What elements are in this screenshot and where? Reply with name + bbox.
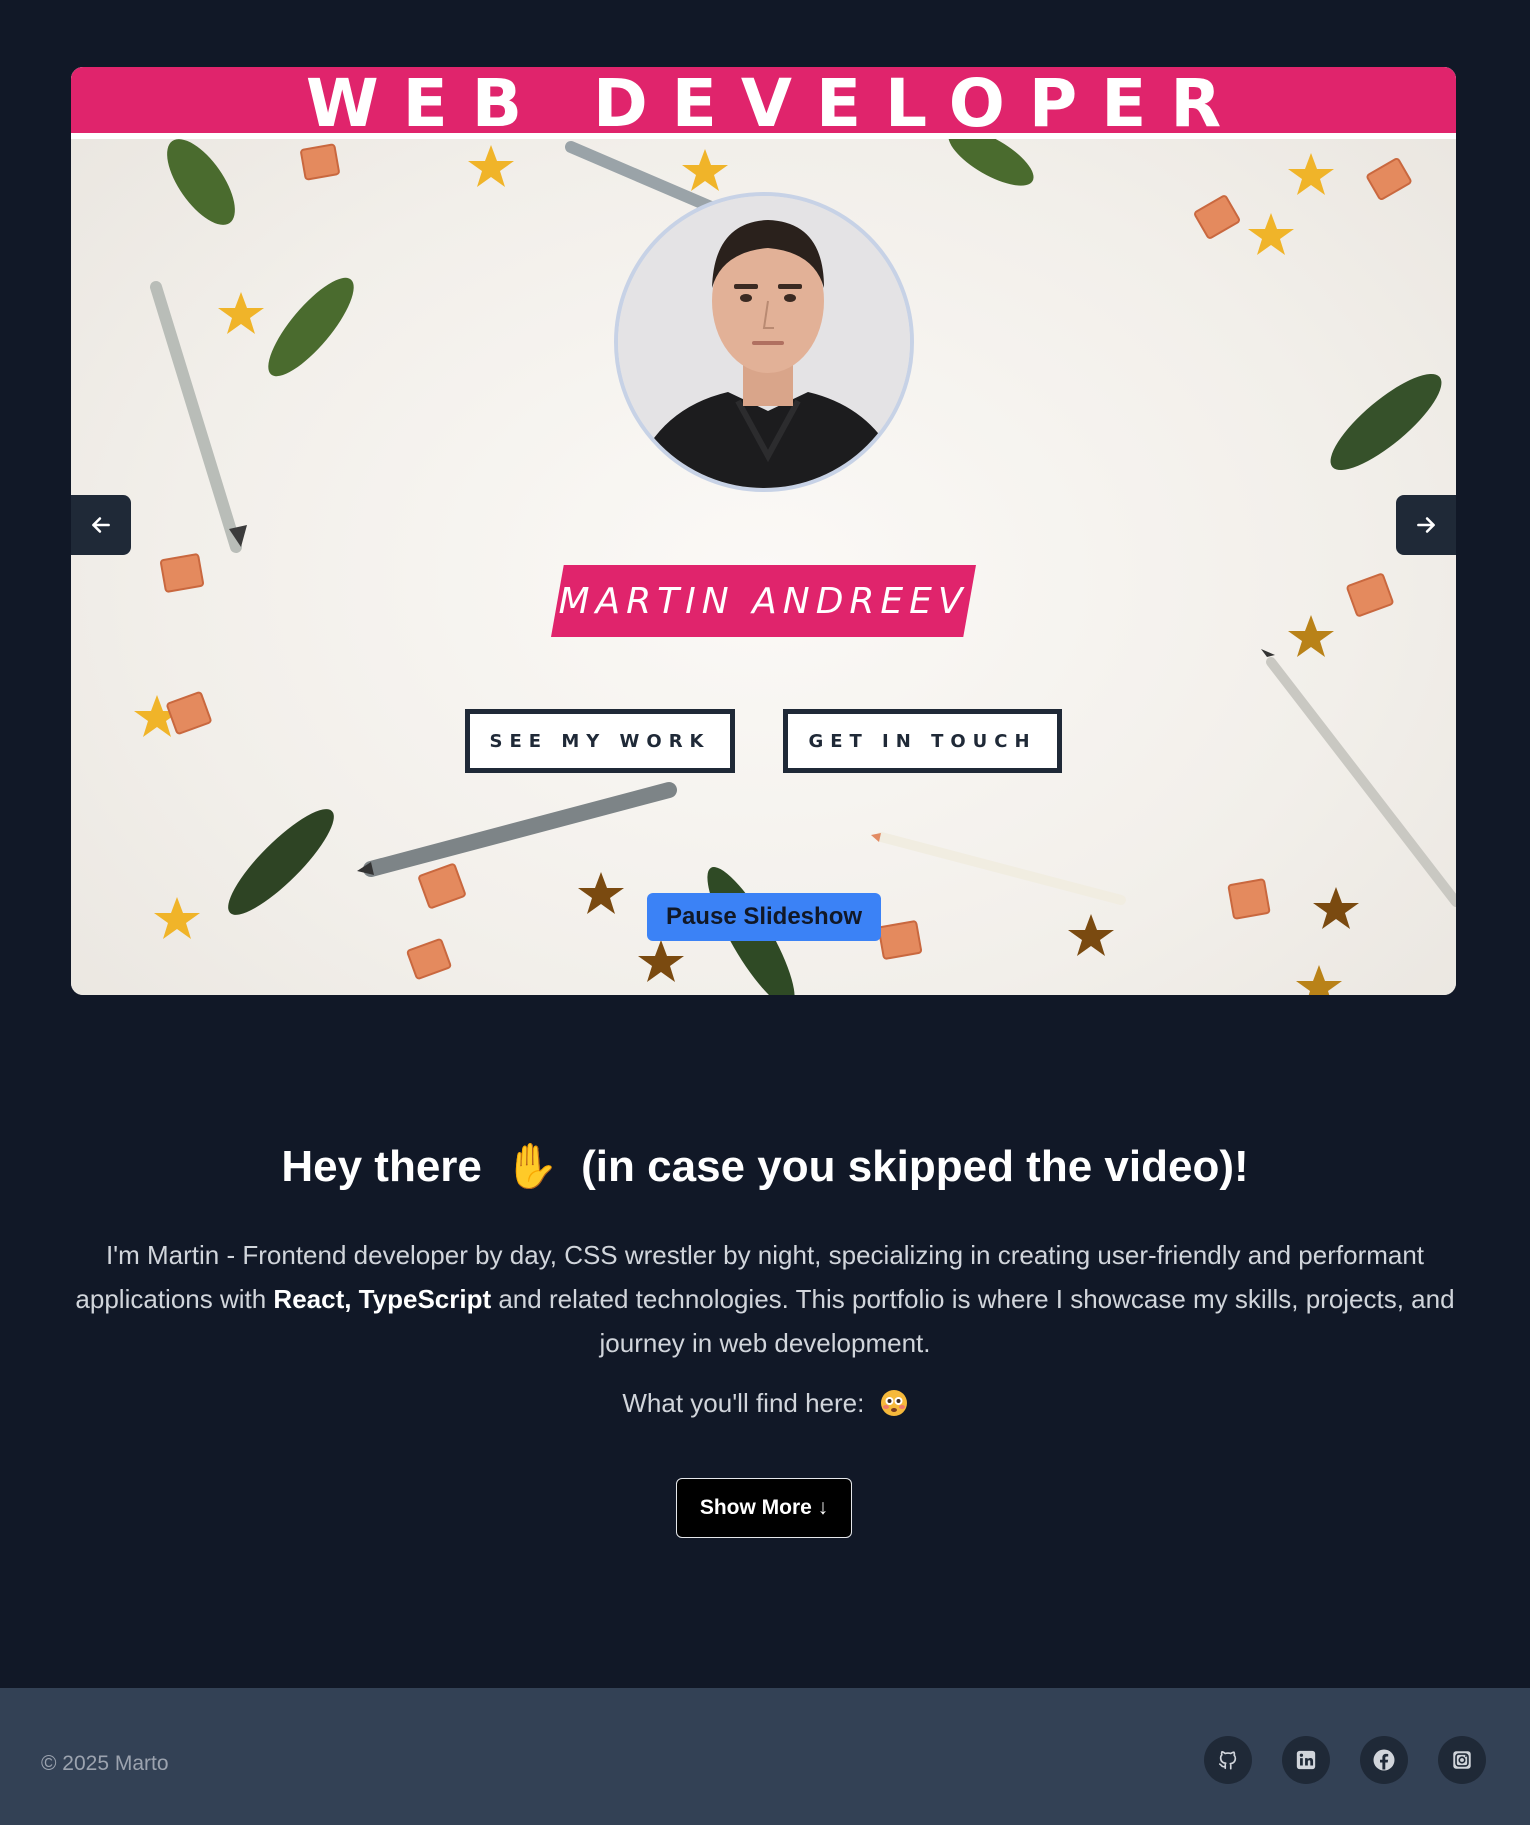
intro-text-part2: and related technologies. This portfolio… xyxy=(491,1284,1455,1358)
banner-title: WEB DEVELOPER xyxy=(305,67,1246,142)
intro-heading-start: Hey there xyxy=(281,1142,482,1191)
footer: © 2025 Marto xyxy=(0,1688,1530,1825)
next-slide-button[interactable] xyxy=(1396,495,1456,555)
flushed-face-icon xyxy=(880,1390,907,1416)
intro-heading-end: (in case you skipped the video)! xyxy=(581,1142,1249,1191)
arrow-right-icon xyxy=(1417,517,1435,533)
hero-slideshow: WEB DEVELOPER MARTIN ANDREEV SEE MY WORK… xyxy=(71,67,1456,995)
find-here-line: What you'll find here: xyxy=(0,1388,1530,1419)
see-my-work-button[interactable]: SEE MY WORK xyxy=(465,709,735,773)
profile-photo xyxy=(618,196,910,488)
instagram-icon xyxy=(1453,1751,1471,1769)
pause-slideshow-button[interactable]: Pause Slideshow xyxy=(647,893,881,941)
intro-heading: Hey there ✋ (in case you skipped the vid… xyxy=(0,1140,1530,1192)
facebook-icon xyxy=(1373,1749,1395,1771)
banner: WEB DEVELOPER xyxy=(71,67,1456,139)
linkedin-link[interactable] xyxy=(1282,1736,1330,1784)
raised-hand-icon: ✋ xyxy=(504,1142,559,1191)
github-icon xyxy=(1218,1751,1237,1770)
intro-text-bold: React, TypeScript xyxy=(273,1284,492,1314)
linkedin-icon xyxy=(1296,1750,1316,1770)
facebook-link[interactable] xyxy=(1360,1736,1408,1784)
find-here-text: What you'll find here: xyxy=(622,1388,865,1418)
name-tag: MARTIN ANDREEV xyxy=(551,565,976,637)
github-link[interactable] xyxy=(1204,1736,1252,1784)
copyright-text: © 2025 Marto xyxy=(41,1752,169,1775)
prev-slide-button[interactable] xyxy=(71,495,131,555)
name-text: MARTIN ANDREEV xyxy=(558,580,969,622)
avatar xyxy=(614,192,914,492)
instagram-link[interactable] xyxy=(1438,1736,1486,1784)
intro-paragraph: I'm Martin - Frontend developer by day, … xyxy=(55,1233,1475,1365)
get-in-touch-button[interactable]: GET IN TOUCH xyxy=(783,709,1062,773)
show-more-button[interactable]: Show More ↓ xyxy=(676,1478,852,1538)
arrow-left-icon xyxy=(92,517,110,533)
